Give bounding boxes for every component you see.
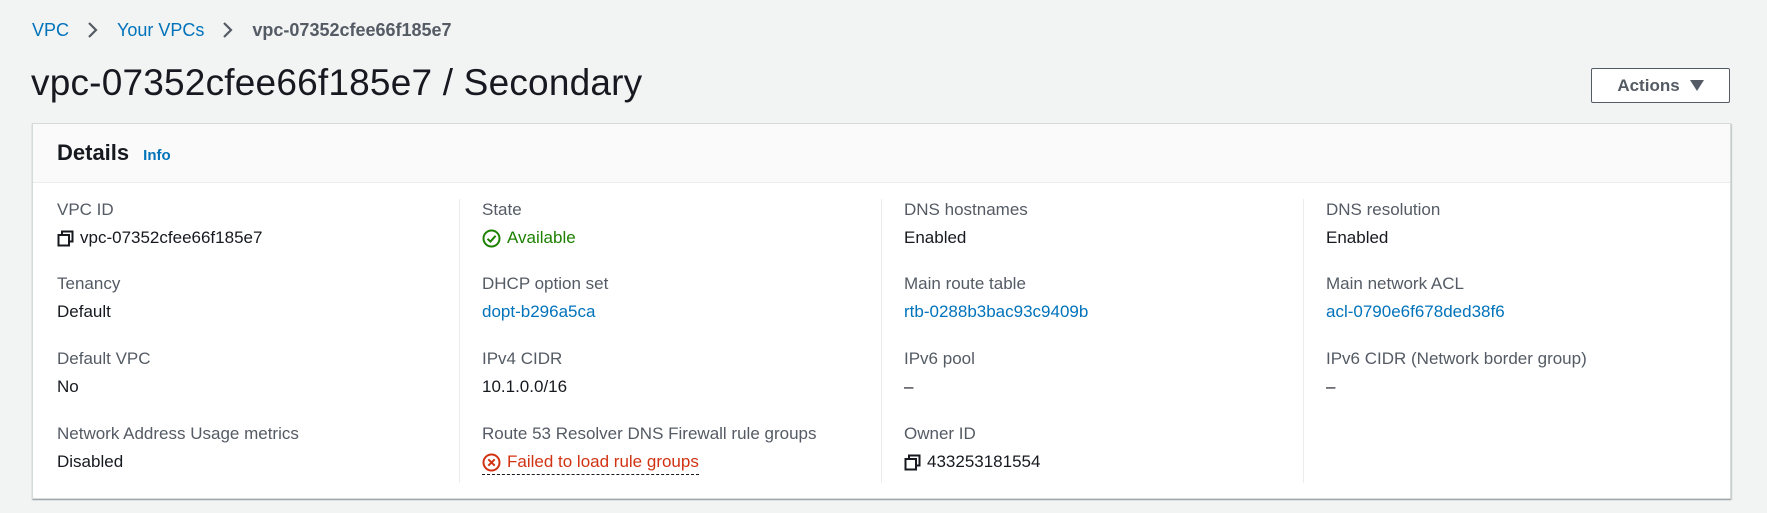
field-main-route-table: Main route table rtb-0288b3bac93c9409b	[904, 273, 1304, 323]
actions-button[interactable]: Actions	[1591, 68, 1730, 103]
field-label: IPv4 CIDR	[482, 349, 563, 368]
owner-id-value: 433253181554	[927, 452, 1041, 471]
details-column-3: DNS hostnames Enabled Main route table r…	[881, 199, 1277, 483]
field-label: Default VPC	[57, 349, 151, 368]
details-column-2: State Available DHCP option set dopt-b29…	[459, 199, 877, 483]
breadcrumb-vpc-link[interactable]: VPC	[32, 20, 69, 41]
breadcrumb-current: vpc-07352cfee66f185e7	[252, 19, 452, 40]
details-panel: Details Info VPC ID vpc-07352cfee66f185e…	[32, 123, 1731, 499]
error-circle-icon	[482, 453, 501, 472]
main-network-acl-link[interactable]: acl-0790e6f678ded38f6	[1326, 301, 1726, 323]
field-vpc-id: VPC ID vpc-07352cfee66f185e7	[57, 199, 457, 249]
field-owner-id: Owner ID 433253181554	[904, 423, 1304, 473]
details-grid: VPC ID vpc-07352cfee66f185e7 Tenancy Def…	[33, 183, 1730, 498]
field-tenancy: Tenancy Default	[57, 273, 457, 323]
caret-down-icon	[1689, 80, 1704, 91]
field-ipv6-pool: IPv6 pool –	[904, 348, 1304, 398]
field-route53-firewall: Route 53 Resolver DNS Firewall rule grou…	[482, 423, 882, 475]
field-label: DNS hostnames	[904, 200, 1028, 219]
copy-icon[interactable]	[57, 230, 74, 247]
field-default-vpc: Default VPC No	[57, 348, 457, 398]
field-dns-hostnames: DNS hostnames Enabled	[904, 199, 1304, 249]
route53-error-popover[interactable]: Failed to load rule groups	[482, 451, 699, 475]
field-value: 433253181554	[904, 451, 1304, 473]
details-panel-header: Details Info	[33, 124, 1730, 183]
chevron-right-icon	[216, 19, 240, 41]
field-nau-metrics: Network Address Usage metrics Disabled	[57, 423, 457, 473]
main-route-table-link[interactable]: rtb-0288b3bac93c9409b	[904, 301, 1304, 323]
breadcrumb: VPC Your VPCs vpc-07352cfee66f185e7	[32, 19, 452, 41]
page-title: vpc-07352cfee66f185e7 / Secondary	[31, 62, 643, 103]
field-value: Failed to load rule groups	[482, 451, 882, 475]
field-value: 10.1.0.0/16	[482, 377, 568, 396]
field-ipv4-cidr: IPv4 CIDR 10.1.0.0/16	[482, 348, 882, 398]
route53-error-text: Failed to load rule groups	[507, 452, 699, 471]
state-value: Available	[507, 228, 576, 247]
field-label: DHCP option set	[482, 274, 609, 293]
field-main-network-acl: Main network ACL acl-0790e6f678ded38f6	[1326, 273, 1726, 323]
field-label: Main network ACL	[1326, 274, 1464, 293]
field-label: Owner ID	[904, 424, 976, 443]
field-label: Main route table	[904, 274, 1026, 293]
field-label: DNS resolution	[1326, 200, 1441, 219]
details-column-4: DNS resolution Enabled Main network ACL …	[1303, 199, 1704, 483]
actions-button-label: Actions	[1617, 75, 1680, 95]
field-label: Route 53 Resolver DNS Firewall rule grou…	[482, 424, 817, 443]
field-value: vpc-07352cfee66f185e7	[57, 227, 457, 249]
field-value: Enabled	[904, 228, 967, 247]
field-state: State Available	[482, 199, 882, 249]
field-value: Default	[57, 302, 111, 321]
field-value: –	[904, 377, 914, 396]
field-dns-resolution: DNS resolution Enabled	[1326, 199, 1726, 249]
field-ipv6-cidr: IPv6 CIDR (Network border group) –	[1326, 348, 1726, 398]
info-link[interactable]: Info	[143, 147, 171, 164]
field-label: VPC ID	[57, 200, 114, 219]
field-value: –	[1326, 377, 1336, 396]
chevron-right-icon	[81, 19, 105, 41]
field-dhcp: DHCP option set dopt-b296a5ca	[482, 273, 882, 323]
field-value: No	[57, 377, 79, 396]
field-label: Network Address Usage metrics	[57, 424, 299, 443]
field-label: IPv6 pool	[904, 349, 975, 368]
field-label: State	[482, 200, 522, 219]
field-value: Disabled	[57, 452, 124, 471]
dhcp-option-set-link[interactable]: dopt-b296a5ca	[482, 301, 882, 323]
copy-icon[interactable]	[904, 454, 921, 471]
field-value: Available	[482, 227, 882, 249]
check-circle-icon	[482, 229, 501, 248]
field-label: IPv6 CIDR (Network border group)	[1326, 349, 1587, 368]
field-label: Tenancy	[57, 274, 121, 293]
field-value: Enabled	[1326, 228, 1389, 247]
breadcrumb-your-vpcs-link[interactable]: Your VPCs	[117, 20, 204, 41]
details-column-1: VPC ID vpc-07352cfee66f185e7 Tenancy Def…	[57, 199, 432, 483]
details-title: Details	[57, 140, 130, 165]
vpc-id-value: vpc-07352cfee66f185e7	[80, 228, 263, 247]
